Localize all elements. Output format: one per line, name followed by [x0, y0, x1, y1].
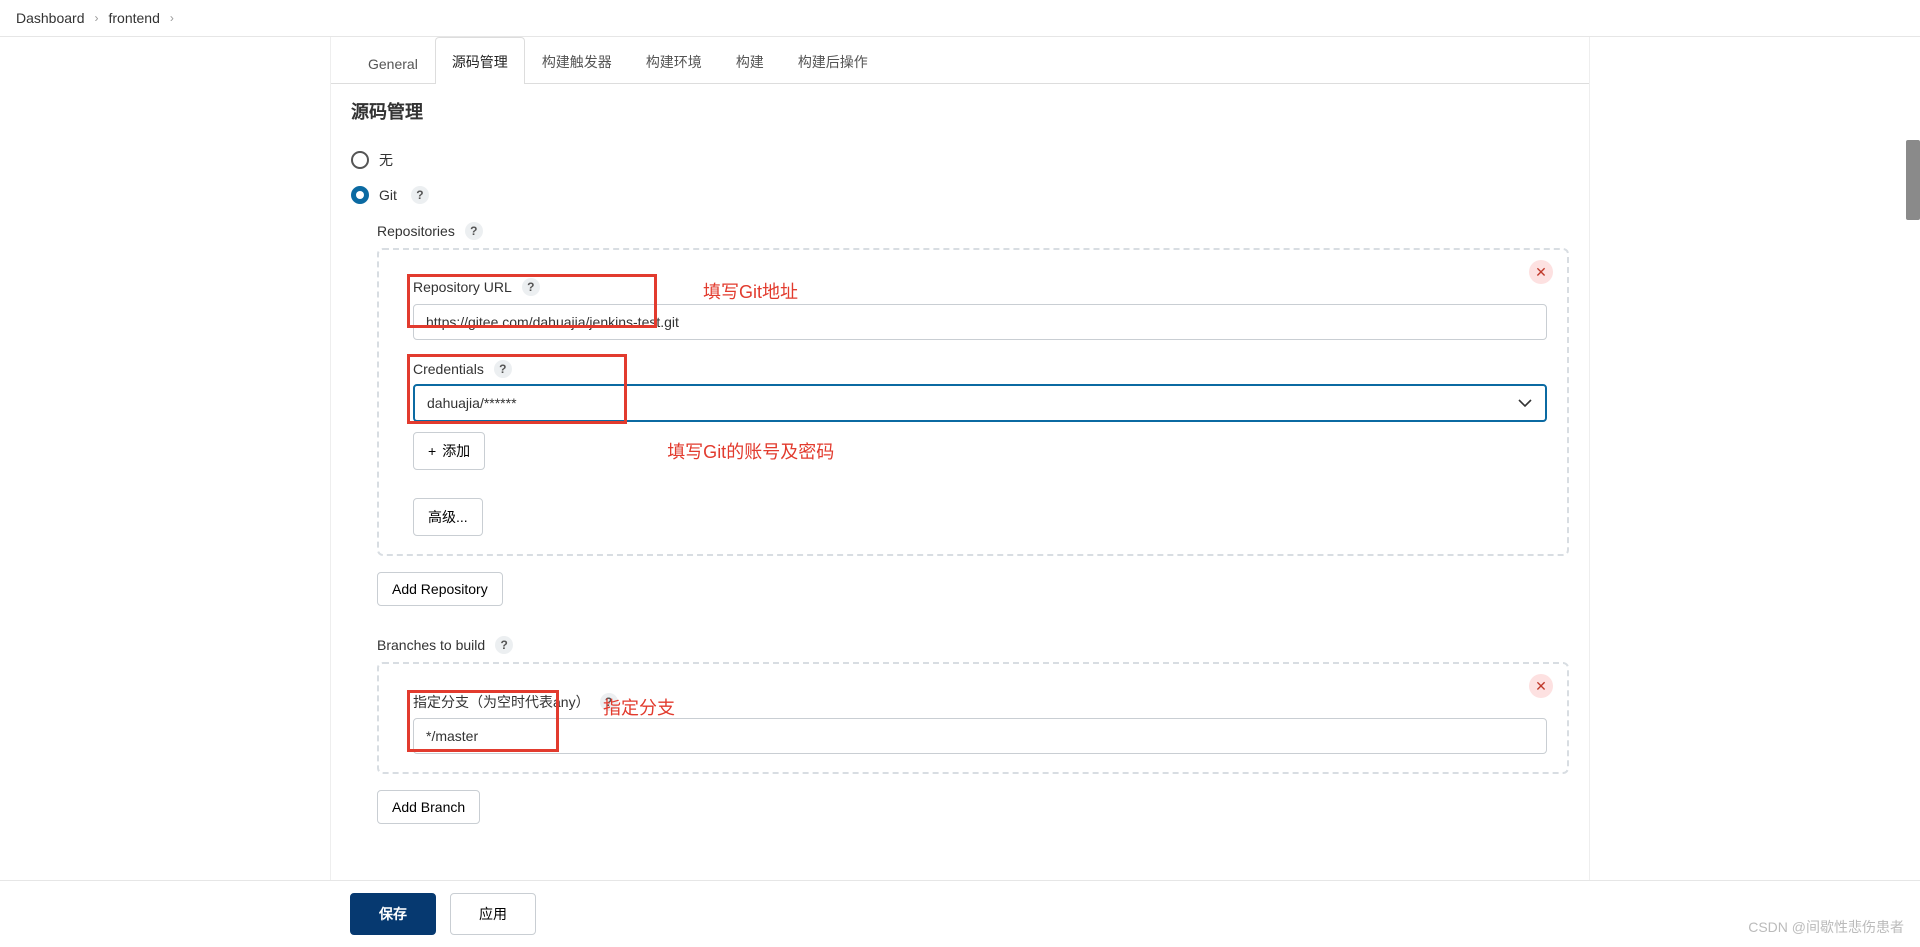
advanced-button[interactable]: 高级...	[413, 498, 483, 536]
footer-bar: 保存 应用	[0, 880, 1920, 947]
scm-none-label: 无	[379, 150, 393, 170]
annotation-cred: 填写Git的账号及密码	[667, 438, 834, 464]
breadcrumb-item[interactable]: frontend	[109, 10, 160, 26]
add-label: 添加	[442, 441, 470, 461]
tab-env[interactable]: 构建环境	[629, 37, 719, 84]
scm-option-git[interactable]: Git ?	[351, 178, 1569, 212]
branch-spec-input[interactable]	[413, 718, 1547, 754]
apply-button[interactable]: 应用	[450, 893, 536, 935]
branch-block: ✕ 指定分支（为空时代表any） ? 指定分支	[377, 662, 1569, 774]
help-icon[interactable]: ?	[600, 693, 618, 711]
save-button[interactable]: 保存	[350, 893, 436, 935]
chevron-right-icon: ›	[170, 11, 174, 25]
add-credentials-button[interactable]: + 添加	[413, 432, 485, 470]
add-repository-button[interactable]: Add Repository	[377, 572, 503, 606]
help-icon[interactable]: ?	[465, 222, 483, 240]
config-tabs: General 源码管理 构建触发器 构建环境 构建 构建后操作	[331, 37, 1589, 84]
help-icon[interactable]: ?	[495, 636, 513, 654]
section-title-scm: 源码管理	[351, 84, 1569, 134]
branch-spec-label: 指定分支（为空时代表any）	[413, 692, 590, 712]
breadcrumb-item[interactable]: Dashboard	[16, 10, 85, 26]
tab-build[interactable]: 构建	[719, 37, 781, 84]
watermark: CSDN @间歇性悲伤患者	[1748, 917, 1904, 937]
help-icon[interactable]: ?	[411, 186, 429, 204]
tab-triggers[interactable]: 构建触发器	[525, 37, 629, 84]
chevron-right-icon: ›	[95, 11, 99, 25]
repositories-heading: Repositories ?	[377, 222, 1569, 240]
tab-post[interactable]: 构建后操作	[781, 37, 885, 84]
tab-scm[interactable]: 源码管理	[435, 37, 525, 84]
help-icon[interactable]: ?	[494, 360, 512, 378]
tab-general[interactable]: General	[351, 41, 435, 84]
radio-none[interactable]	[351, 151, 369, 169]
repo-url-input[interactable]	[413, 304, 1547, 340]
plus-icon: +	[428, 443, 436, 459]
credentials-select[interactable]: dahuajia/******	[413, 384, 1547, 422]
scrollbar-thumb[interactable]	[1906, 140, 1920, 220]
credentials-label: Credentials	[413, 361, 484, 377]
repo-url-label: Repository URL	[413, 279, 512, 295]
breadcrumb: Dashboard › frontend ›	[0, 0, 1920, 37]
radio-git[interactable]	[351, 186, 369, 204]
help-icon[interactable]: ?	[522, 278, 540, 296]
repositories-label: Repositories	[377, 223, 455, 239]
branches-label: Branches to build	[377, 637, 485, 653]
scm-option-none[interactable]: 无	[351, 142, 1569, 178]
repository-block: ✕ Repository URL ? 填写Git地址 Credentials ?	[377, 248, 1569, 556]
scm-git-label: Git	[379, 187, 397, 203]
add-branch-button[interactable]: Add Branch	[377, 790, 480, 824]
